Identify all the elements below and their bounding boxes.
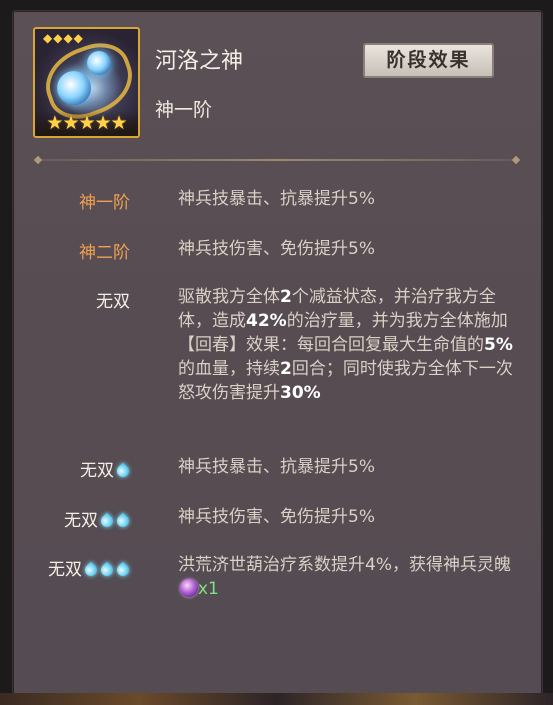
effect-desc: 神兵技伤害、免伤提升5% — [178, 239, 375, 259]
effect-label: 无双 — [48, 555, 130, 580]
effect-label: 神一阶 — [79, 193, 130, 213]
star-rating: ★★★★★ — [35, 110, 138, 136]
effect-desc: 神兵技暴击、抗暴提升5% — [178, 457, 375, 477]
effect-label: 无双 — [80, 456, 130, 481]
divine-soul-icon — [180, 579, 198, 597]
divider — [38, 159, 516, 161]
water-drop-icon — [84, 559, 98, 577]
background-strip — [0, 693, 553, 705]
effect-desc: 洪荒济世葫治疗系数提升4%，获得神兵灵魄x1 — [178, 555, 511, 599]
water-drop-icon — [116, 510, 130, 528]
effect-label: 无双 — [96, 292, 130, 312]
effect-desc: 神兵技伤害、免伤提升5% — [178, 507, 375, 527]
item-name: 河洛之神 — [155, 49, 244, 74]
reward-count: x1 — [198, 579, 219, 599]
rank-crown-icon: ◆◆◆◆ — [43, 31, 84, 45]
effect-desc: 神兵技暴击、抗暴提升5% — [178, 189, 375, 209]
effect-label: 神二阶 — [79, 243, 130, 263]
divine-weapon-icon: ◆◆◆◆ ★★★★★ — [33, 27, 140, 138]
item-tier: 神一阶 — [155, 99, 213, 121]
water-drop-icon — [116, 460, 130, 478]
water-drop-icon — [116, 559, 130, 577]
effect-desc: 驱散我方全体2个减益状态，并治疗我方全体，造成42%的治疗量，并为我方全体施加【… — [178, 287, 513, 403]
water-drop-icon — [100, 559, 114, 577]
water-drop-icon — [100, 510, 114, 528]
effect-label: 无双 — [64, 506, 130, 531]
stage-effect-button[interactable]: 阶段效果 — [363, 43, 494, 78]
